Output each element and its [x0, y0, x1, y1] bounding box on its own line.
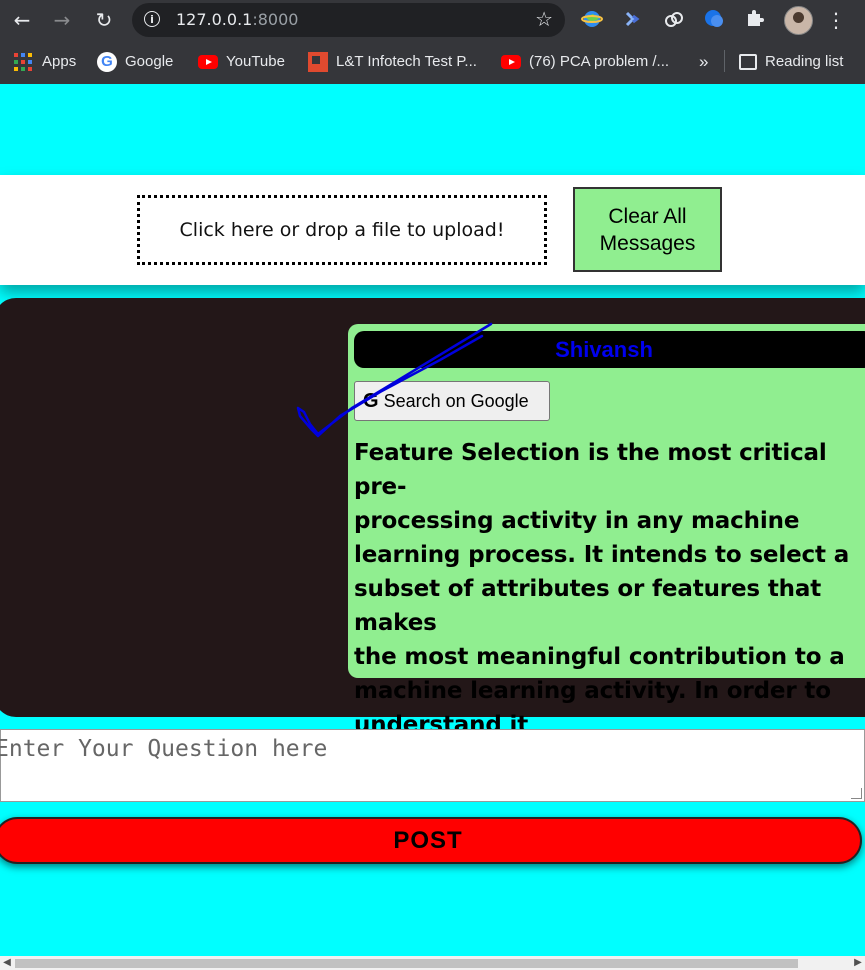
youtube-icon: [501, 55, 521, 70]
scroll-right-arrow-icon[interactable]: ▶: [852, 957, 864, 969]
extensions-puzzle-icon[interactable]: [743, 8, 767, 32]
extension-arrow-icon[interactable]: [621, 8, 645, 32]
back-arrow-icon[interactable]: ←: [8, 6, 36, 34]
profile-avatar[interactable]: [784, 6, 813, 35]
sender-name: Shivansh: [555, 337, 653, 362]
clear-button-label: Clear All Messages: [599, 205, 696, 255]
clear-all-messages-button[interactable]: Clear All Messages: [573, 187, 722, 272]
file-upload-dropzone[interactable]: Click here or drop a file to upload!: [137, 195, 547, 265]
scrollbar-thumb[interactable]: [15, 959, 798, 968]
bookmarks-overflow-button[interactable]: »: [699, 51, 708, 73]
address-url: 127.0.0.1:8000: [176, 10, 298, 29]
extension-chat-icon[interactable]: [702, 8, 726, 32]
bookmark-label: L&T Infotech Test P...: [336, 53, 477, 70]
apps-grid-icon: [14, 53, 32, 72]
bookmark-label: Apps: [42, 53, 77, 70]
extension-cloud-icon[interactable]: [662, 8, 686, 32]
reading-list-label: Reading list: [765, 53, 844, 70]
bookmarks-bar: Apps G Google YouTube L&T Infotech Test P…: [0, 40, 865, 84]
bookmark-label: YouTube: [226, 53, 285, 70]
forward-arrow-icon[interactable]: →: [48, 6, 76, 34]
bookmark-apps[interactable]: Apps: [14, 51, 76, 73]
question-box: [0, 729, 865, 807]
bookmark-label: (76) PCA problem /...: [529, 53, 670, 70]
search-on-google-button[interactable]: G Search on Google: [354, 381, 550, 421]
bookmark-google[interactable]: G Google: [97, 51, 173, 73]
resize-grip-icon[interactable]: [851, 788, 862, 799]
scroll-left-arrow-icon[interactable]: ◀: [1, 957, 13, 969]
post-button[interactable]: POST: [0, 817, 862, 864]
info-icon[interactable]: i: [144, 11, 160, 27]
reading-list-button[interactable]: Reading list: [739, 51, 843, 73]
bookmark-lt-infotech[interactable]: L&T Infotech Test P...: [308, 51, 477, 73]
bookmark-pca-problem[interactable]: (76) PCA problem /...: [501, 51, 669, 73]
reload-icon[interactable]: ↻: [90, 6, 118, 34]
reading-list-icon: [739, 54, 757, 71]
address-bar[interactable]: i 127.0.0.1:8000 ☆: [132, 3, 565, 37]
message-text: Feature Selection is the most critical p…: [354, 440, 850, 738]
url-host: 127.0.0.1: [176, 10, 253, 29]
lt-infotech-icon: [308, 52, 328, 73]
bookmark-label: Google: [125, 53, 174, 70]
extension-globe-icon[interactable]: [580, 8, 604, 32]
bookmarks-separator: [724, 50, 725, 72]
google-g-icon: G: [363, 390, 379, 412]
search-button-label: Search on Google: [383, 391, 529, 411]
youtube-icon: [198, 55, 218, 70]
question-input[interactable]: [0, 730, 865, 807]
message-sender: Shivansh: [354, 331, 865, 368]
menu-dots-icon[interactable]: ⋮: [826, 6, 846, 34]
google-icon: G: [97, 52, 117, 73]
horizontal-scrollbar[interactable]: ◀ ▶: [0, 956, 865, 970]
url-port: :8000: [252, 10, 299, 29]
bookmark-star-icon[interactable]: ☆: [535, 7, 553, 31]
browser-toolbar: ← → ↻ i 127.0.0.1:8000 ☆ ⋮: [0, 0, 865, 40]
bookmark-youtube[interactable]: YouTube: [198, 51, 285, 73]
